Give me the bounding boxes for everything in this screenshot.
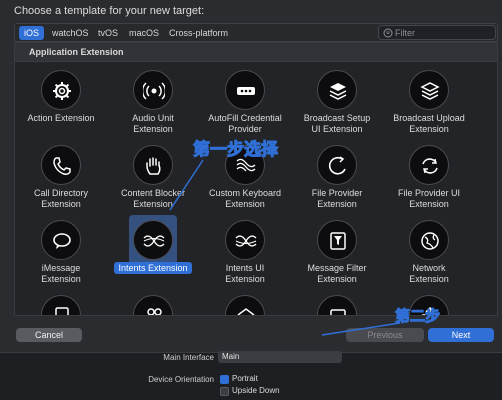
template-row4-2[interactable] bbox=[107, 289, 199, 315]
template-label: File Provider UI Extension bbox=[397, 188, 460, 209]
template-file-provider-extension[interactable]: File Provider Extension bbox=[291, 145, 383, 219]
upside-down-label: Upside Down bbox=[232, 386, 280, 395]
notification-service-icon bbox=[133, 295, 173, 315]
gear-icon bbox=[41, 70, 81, 110]
section-header: Application Extension bbox=[15, 43, 497, 62]
intents-ui-wave-icon bbox=[225, 220, 265, 260]
template-label: Audio Unit Extension bbox=[132, 113, 174, 134]
template-label: Network Extension bbox=[409, 263, 449, 284]
broadcast-upload-icon bbox=[409, 70, 449, 110]
template-file-provider-ui-extension[interactable]: File Provider UI Extension bbox=[383, 145, 475, 219]
annotation-step2: 第二步 bbox=[394, 307, 441, 326]
autofill-dots-icon bbox=[225, 70, 265, 110]
template-network-extension[interactable]: Network Extension bbox=[383, 220, 475, 294]
template-label: Broadcast Upload Extension bbox=[393, 113, 465, 134]
template-content-blocker-extension[interactable]: Content Blocker Extension bbox=[107, 145, 199, 219]
template-label: Custom Keyboard Extension bbox=[208, 188, 282, 209]
notification-content-icon bbox=[41, 295, 81, 315]
template-panel: Application Extension Action Extension A… bbox=[14, 42, 498, 316]
broadcast-setup-icon bbox=[317, 70, 357, 110]
template-label: Action Extension bbox=[27, 113, 95, 123]
next-button[interactable]: Next bbox=[428, 328, 494, 342]
portrait-label: Portrait bbox=[232, 374, 258, 383]
template-label: iMessage Extension bbox=[41, 263, 81, 284]
new-target-sheet: Choose a template for your new target: i… bbox=[0, 0, 502, 353]
template-label: Intents Extension bbox=[107, 262, 199, 274]
main-interface-popup[interactable]: Main bbox=[218, 351, 342, 363]
template-imessage-extension[interactable]: iMessage Extension bbox=[15, 220, 107, 294]
template-broadcast-upload-extension[interactable]: Broadcast Upload Extension bbox=[383, 70, 475, 144]
message-filter-icon bbox=[317, 220, 357, 260]
tab-watchos[interactable]: watchOS bbox=[47, 26, 94, 40]
template-row4-1[interactable] bbox=[15, 289, 107, 315]
device-orientation-label: Device Orientation bbox=[148, 375, 214, 384]
phone-icon bbox=[41, 145, 81, 185]
dialog-title: Choose a template for your new target: bbox=[14, 5, 205, 17]
intents-wave-icon bbox=[133, 220, 173, 260]
hand-icon bbox=[133, 145, 173, 185]
template-row4-4[interactable] bbox=[291, 289, 383, 315]
template-label: File Provider Extension bbox=[311, 188, 363, 209]
template-label: Broadcast Setup UI Extension bbox=[303, 113, 371, 134]
template-message-filter-extension[interactable]: Message Filter Extension bbox=[291, 220, 383, 294]
sync-icon bbox=[409, 145, 449, 185]
main-interface-label: Main Interface bbox=[163, 353, 214, 362]
audio-unit-icon bbox=[133, 70, 173, 110]
tab-tvos[interactable]: tvOS bbox=[93, 26, 123, 40]
template-row4-3[interactable] bbox=[199, 289, 291, 315]
annotation-step1: 第一步选择 bbox=[193, 140, 279, 161]
template-label: Intents UI Extension bbox=[225, 263, 265, 284]
speech-bubble-icon bbox=[41, 220, 81, 260]
template-label: Content Blocker Extension bbox=[120, 188, 186, 209]
cancel-button[interactable]: Cancel bbox=[16, 328, 82, 342]
template-call-directory-extension[interactable]: Call Directory Extension bbox=[15, 145, 107, 219]
photo-editing-icon bbox=[225, 295, 265, 315]
template-label: Call Directory Extension bbox=[33, 188, 88, 209]
filter-placeholder: Filter bbox=[395, 28, 415, 38]
filter-icon bbox=[383, 28, 393, 38]
template-label: AutoFill Credential Provider bbox=[208, 113, 282, 134]
template-audio-unit-extension[interactable]: Audio Unit Extension bbox=[107, 70, 199, 144]
template-autofill-credential-provider[interactable]: AutoFill Credential Provider bbox=[199, 70, 291, 144]
upside-down-checkbox[interactable] bbox=[220, 387, 229, 396]
filter-input[interactable]: Filter bbox=[378, 25, 496, 40]
template-intents-extension[interactable]: Intents Extension bbox=[107, 215, 199, 294]
template-broadcast-setup-ui-extension[interactable]: Broadcast Setup UI Extension bbox=[291, 70, 383, 144]
portrait-checkbox[interactable] bbox=[220, 375, 229, 384]
share-extension-icon bbox=[317, 295, 357, 315]
template-label: Message Filter Extension bbox=[307, 263, 367, 284]
template-intents-ui-extension[interactable]: Intents UI Extension bbox=[199, 220, 291, 294]
tab-ios[interactable]: iOS bbox=[19, 26, 45, 40]
tab-macos[interactable]: macOS bbox=[124, 26, 164, 40]
network-globe-icon bbox=[409, 220, 449, 260]
file-provider-icon bbox=[317, 145, 357, 185]
tab-cross-platform[interactable]: Cross-platform bbox=[164, 26, 233, 40]
template-action-extension[interactable]: Action Extension bbox=[15, 70, 107, 144]
selected-label: Intents Extension bbox=[114, 262, 192, 274]
previous-button[interactable]: Previous bbox=[346, 328, 424, 342]
